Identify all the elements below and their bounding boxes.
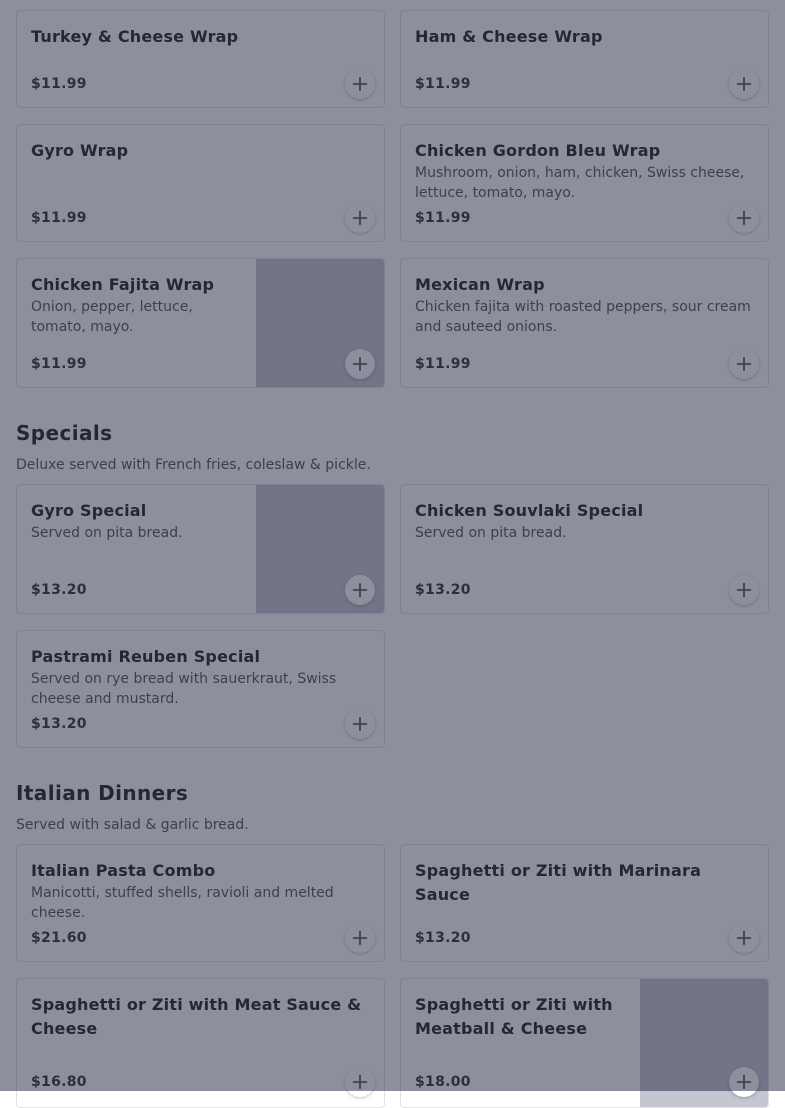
- add-item-button[interactable]: [729, 69, 759, 99]
- menu-page: Turkey & Cheese Wrap $11.99 Ham & Cheese…: [0, 0, 785, 1108]
- item-name: Chicken Fajita Wrap: [31, 275, 215, 294]
- menu-item-card[interactable]: Ham & Cheese Wrap $11.99: [400, 10, 769, 108]
- item-price: $16.80: [31, 1074, 87, 1090]
- plus-icon: [353, 77, 367, 91]
- item-price: $11.99: [31, 76, 87, 92]
- item-price: $13.20: [31, 582, 87, 598]
- item-name: Chicken Souvlaki Special: [415, 501, 644, 520]
- add-item-button[interactable]: [729, 1067, 759, 1097]
- menu-item-card[interactable]: Italian Pasta Combo Manicotti, stuffed s…: [16, 844, 385, 962]
- menu-item-card[interactable]: Spaghetti or Ziti with Meatball & Cheese…: [400, 978, 769, 1108]
- item-price: $13.20: [415, 930, 471, 946]
- item-description: Served on pita bread.: [31, 525, 183, 541]
- item-name: Spaghetti or Ziti with Meat Sauce & Chee…: [31, 995, 362, 1038]
- add-item-button[interactable]: [345, 709, 375, 739]
- item-price: $18.00: [415, 1074, 471, 1090]
- menu-item-card[interactable]: Chicken Fajita Wrap Onion, pepper, lettu…: [16, 258, 385, 388]
- menu-item-card[interactable]: Pastrami Reuben Special Served on rye br…: [16, 630, 385, 748]
- add-item-button[interactable]: [729, 349, 759, 379]
- menu-item-card[interactable]: Spaghetti or Ziti with Marinara Sauce $1…: [400, 844, 769, 962]
- plus-icon: [737, 931, 751, 945]
- menu-item-card[interactable]: Chicken Souvlaki Special Served on pita …: [400, 484, 769, 614]
- plus-icon: [737, 1075, 751, 1089]
- item-name: Italian Pasta Combo: [31, 861, 216, 880]
- item-name: Ham & Cheese Wrap: [415, 27, 603, 46]
- item-name: Turkey & Cheese Wrap: [31, 27, 239, 46]
- item-name: Gyro Special: [31, 501, 147, 520]
- add-item-button[interactable]: [345, 923, 375, 953]
- plus-icon: [737, 583, 751, 597]
- menu-item-card[interactable]: Chicken Gordon Bleu Wrap Mushroom, onion…: [400, 124, 769, 242]
- add-item-button[interactable]: [345, 69, 375, 99]
- menu-item-card[interactable]: Spaghetti or Ziti with Meat Sauce & Chee…: [16, 978, 385, 1108]
- item-price: $21.60: [31, 930, 87, 946]
- add-item-button[interactable]: [729, 923, 759, 953]
- item-description: Chicken fajita with roasted peppers, sou…: [415, 299, 751, 335]
- item-price: $13.20: [31, 716, 87, 732]
- item-description: Manicotti, stuffed shells, ravioli and m…: [31, 885, 334, 921]
- add-item-button[interactable]: [729, 203, 759, 233]
- section-title: Specials: [16, 421, 113, 445]
- item-name: Gyro Wrap: [31, 141, 129, 160]
- item-name: Chicken Gordon Bleu Wrap: [415, 141, 661, 160]
- add-item-button[interactable]: [345, 203, 375, 233]
- plus-icon: [353, 1075, 367, 1089]
- plus-icon: [737, 77, 751, 91]
- plus-icon: [353, 211, 367, 225]
- section-subtitle: Deluxe served with French fries, colesla…: [16, 457, 371, 473]
- plus-icon: [737, 357, 751, 371]
- item-name: Pastrami Reuben Special: [31, 647, 261, 666]
- add-item-button[interactable]: [345, 575, 375, 605]
- item-description: Mushroom, onion, ham, chicken, Swiss che…: [415, 165, 745, 201]
- item-price: $11.99: [415, 356, 471, 372]
- add-item-button[interactable]: [345, 1067, 375, 1097]
- menu-item-card[interactable]: Gyro Special Served on pita bread. $13.2…: [16, 484, 385, 614]
- item-description: Served on rye bread with sauerkraut, Swi…: [31, 671, 337, 707]
- section-title: Italian Dinners: [16, 781, 189, 805]
- item-description: Served on pita bread.: [415, 525, 567, 541]
- menu-item-card[interactable]: Turkey & Cheese Wrap $11.99: [16, 10, 385, 108]
- plus-icon: [353, 583, 367, 597]
- section-subtitle: Served with salad & garlic bread.: [16, 817, 249, 833]
- add-item-button[interactable]: [729, 575, 759, 605]
- plus-icon: [737, 211, 751, 225]
- plus-icon: [353, 931, 367, 945]
- plus-icon: [353, 717, 367, 731]
- item-price: $11.99: [31, 210, 87, 226]
- item-name: Spaghetti or Ziti with Meatball & Cheese: [415, 995, 613, 1038]
- item-description: Onion, pepper, lettuce, tomato, mayo.: [31, 299, 193, 335]
- item-name: Mexican Wrap: [415, 275, 545, 294]
- item-name: Spaghetti or Ziti with Marinara Sauce: [415, 861, 702, 904]
- item-price: $13.20: [415, 582, 471, 598]
- add-item-button[interactable]: [345, 349, 375, 379]
- plus-icon: [353, 357, 367, 371]
- item-price: $11.99: [415, 210, 471, 226]
- item-price: $11.99: [415, 76, 471, 92]
- menu-item-card[interactable]: Mexican Wrap Chicken fajita with roasted…: [400, 258, 769, 388]
- item-price: $11.99: [31, 356, 87, 372]
- menu-item-card[interactable]: Gyro Wrap $11.99: [16, 124, 385, 242]
